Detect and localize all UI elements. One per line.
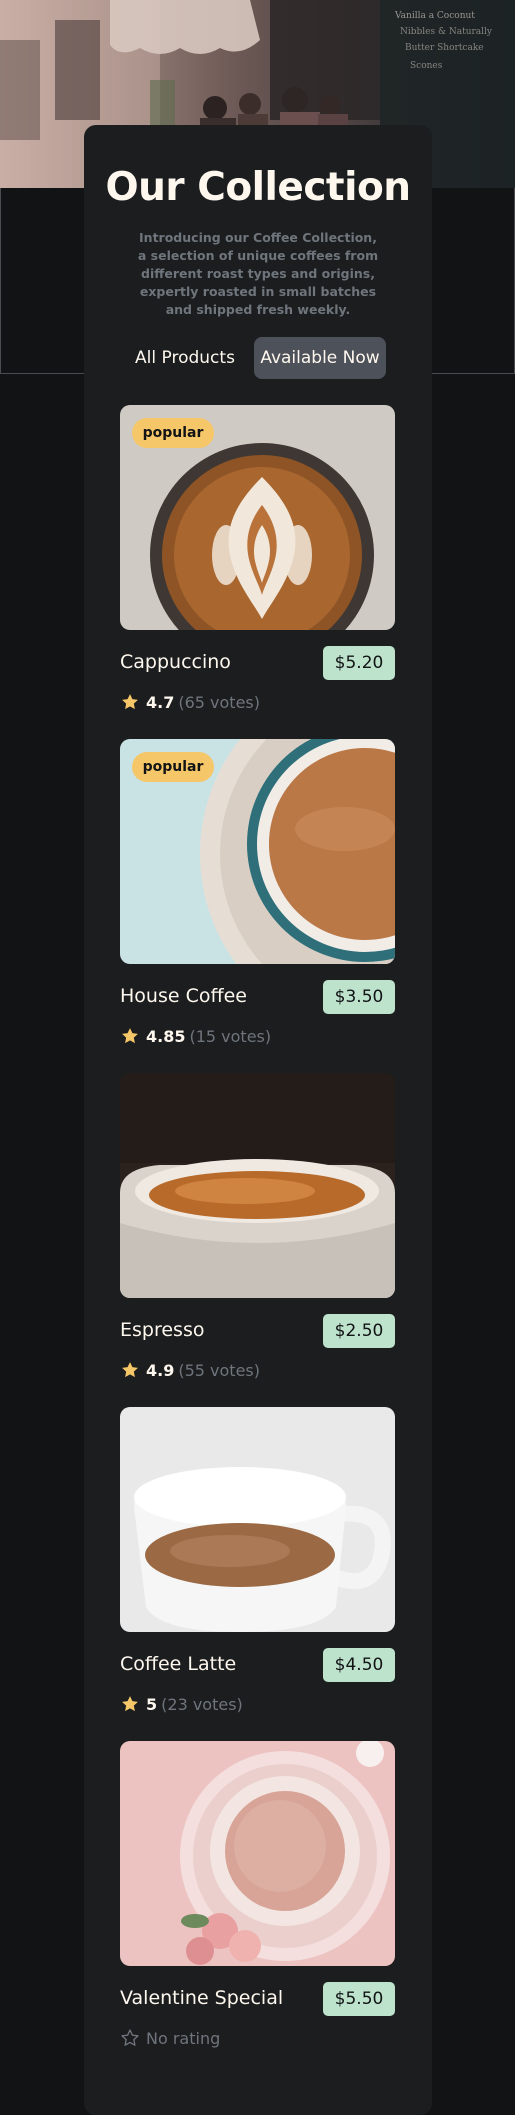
product-image-valentine-special [120,1741,395,1966]
rating-value: 4.7 [146,693,175,712]
product-card-espresso[interactable]: Espresso $2.50 4.9 (55 votes) [120,1073,395,1380]
star-filled-icon [122,1696,138,1712]
popular-badge: popular [132,418,214,448]
rating-votes: (55 votes) [178,1361,260,1380]
star-filled-icon [122,1028,138,1044]
product-image-house-coffee: popular [120,739,395,964]
filter-tabs: All Products Available Now [120,337,396,379]
product-price: $3.50 [323,980,395,1014]
page-intro: Introducing our Coffee Collection, a sel… [137,230,379,317]
product-price: $5.50 [323,1982,395,2016]
star-filled-icon [122,694,138,710]
product-rating: 4.9 (55 votes) [120,1359,260,1383]
star-filled-icon [122,1362,138,1378]
svg-text:Butter Shortcake: Butter Shortcake [405,43,484,53]
product-rating: 5 (23 votes) [120,1693,243,1717]
rating-value: 5 [146,1695,158,1714]
product-card-valentine-special[interactable]: Valentine Special $5.50 No rating [120,1741,395,2048]
page-title: Our Collection [105,165,411,210]
rating-votes: (15 votes) [189,1027,272,1046]
rating-value: 4.9 [146,1361,175,1380]
star-outline-icon [121,2029,139,2046]
product-card-house-coffee[interactable]: popular House Coffee $3.50 4.85 (15 votes… [120,739,395,1046]
popular-badge: popular [132,752,214,782]
product-name: Cappuccino [120,651,231,673]
product-rating: No rating [120,2027,220,2051]
svg-text:Nibbles & Naturally: Nibbles & Naturally [400,27,493,37]
svg-text:Vanilla a Coconut: Vanilla a Coconut [394,11,475,21]
product-card-cappuccino[interactable]: popular Cappuccino $5.20 4.7 (65 votes) [120,405,395,712]
product-name: Espresso [120,1319,205,1341]
product-price: $4.50 [323,1648,395,1682]
svg-text:Scones: Scones [410,61,443,71]
product-image-coffee-latte [120,1407,395,1632]
product-price: $5.20 [323,646,395,680]
no-rating-label: No rating [146,2029,221,2048]
rating-votes: (23 votes) [161,1695,243,1714]
rating-votes: (65 votes) [178,693,260,712]
product-card-coffee-latte[interactable]: Coffee Latte $4.50 5 (23 votes) [120,1407,395,1714]
filter-available-now-button[interactable]: Available Now [254,337,386,379]
product-image-cappuccino: popular [120,405,395,630]
filter-all-products-button[interactable]: All Products [120,337,250,379]
product-name: House Coffee [120,985,247,1007]
collection-card: Our Collection Introducing our Coffee Co… [84,125,432,2115]
product-rating: 4.7 (65 votes) [120,691,260,715]
product-name: Valentine Special [120,1987,284,2009]
product-image-espresso [120,1073,395,1298]
rating-value: 4.85 [146,1027,186,1046]
product-price: $2.50 [323,1314,395,1348]
product-name: Coffee Latte [120,1653,237,1675]
product-rating: 4.85 (15 votes) [120,1025,271,1049]
